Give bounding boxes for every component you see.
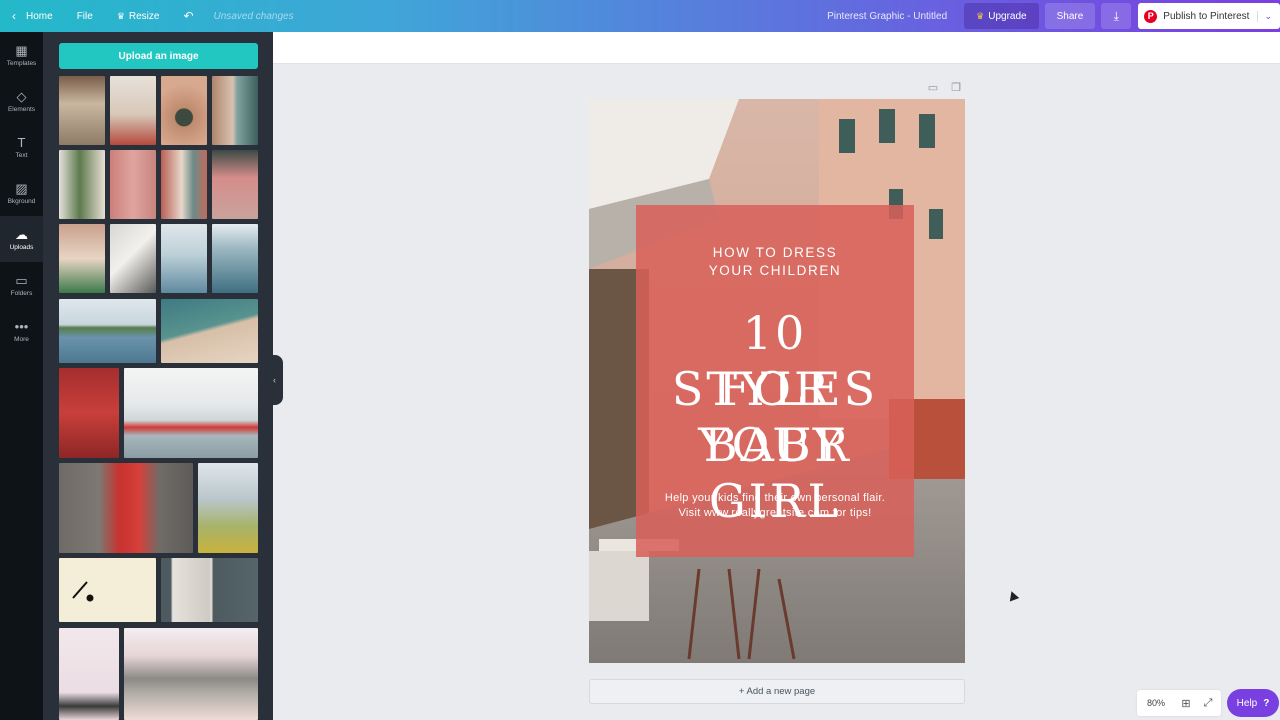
mouse-cursor bbox=[1006, 589, 1020, 602]
subtitle-line-1[interactable]: HOW TO DRESS bbox=[636, 245, 914, 260]
zoom-controls: 80% ⊞ ⤢ bbox=[1137, 690, 1221, 716]
upload-thumbnail[interactable] bbox=[59, 150, 105, 219]
question-icon: ? bbox=[1263, 697, 1270, 709]
body-text-line-1[interactable]: Help your kids find their own personal f… bbox=[636, 492, 914, 504]
upload-thumbnail[interactable] bbox=[161, 224, 207, 293]
download-button[interactable]: ⤓ bbox=[1101, 3, 1132, 29]
resize-label: Resize bbox=[128, 10, 160, 22]
nav-elements[interactable]: ◇ Elements bbox=[0, 78, 43, 124]
add-new-page-button[interactable]: + Add a new page bbox=[589, 679, 965, 704]
upload-thumbnail[interactable] bbox=[59, 558, 156, 622]
nav-uploads[interactable]: ☁ Uploads bbox=[0, 216, 43, 262]
home-button[interactable]: ‹ Home bbox=[0, 0, 65, 32]
elements-icon: ◇ bbox=[16, 88, 27, 104]
upload-thumbnail[interactable] bbox=[212, 150, 258, 219]
nav-text[interactable]: T Text bbox=[0, 124, 43, 170]
upload-thumbnail[interactable] bbox=[161, 558, 258, 622]
document-title[interactable]: Pinterest Graphic - Untitled bbox=[813, 11, 961, 22]
nav-label: Folders bbox=[10, 289, 33, 297]
design-canvas[interactable]: HOW TO DRESS YOUR CHILDREN 10 STYLES FOR… bbox=[589, 99, 965, 663]
templates-icon: ▦ bbox=[15, 42, 28, 58]
upload-thumbnail[interactable] bbox=[124, 368, 258, 458]
upload-thumbnail[interactable] bbox=[110, 150, 156, 219]
share-label: Share bbox=[1056, 10, 1084, 22]
download-icon: ⤓ bbox=[1113, 8, 1119, 23]
resize-button[interactable]: ♛ Resize bbox=[105, 0, 172, 32]
nav-more[interactable]: ••• More bbox=[0, 308, 43, 354]
upload-thumbnail[interactable] bbox=[198, 463, 258, 553]
text-overlay-box[interactable]: HOW TO DRESS YOUR CHILDREN 10 STYLES FOR… bbox=[636, 205, 914, 557]
nav-label: Text bbox=[15, 151, 28, 159]
body-text-line-2[interactable]: Visit www.reallygreatsite.com for tips! bbox=[636, 507, 914, 519]
upload-thumbnail[interactable] bbox=[161, 150, 207, 219]
top-bar: ‹ Home File ♛ Resize ↶ Unsaved changes P… bbox=[0, 0, 1280, 32]
save-status: Unsaved changes bbox=[213, 10, 294, 22]
upgrade-button[interactable]: ♛ Upgrade bbox=[964, 3, 1039, 29]
collapse-panel-button[interactable]: ‹ bbox=[266, 355, 283, 405]
upload-thumbnail[interactable] bbox=[59, 463, 193, 553]
comment-icon[interactable]: ▭ bbox=[926, 80, 940, 94]
nav-templates[interactable]: ▦ Templates bbox=[0, 32, 43, 78]
chevron-left-icon: ‹ bbox=[12, 9, 16, 23]
crown-icon: ♛ bbox=[976, 10, 985, 21]
upload-cloud-icon: ☁ bbox=[15, 226, 28, 242]
upload-thumbnail[interactable] bbox=[161, 299, 258, 363]
upload-thumbnail[interactable] bbox=[212, 224, 258, 293]
upload-thumbnail[interactable] bbox=[59, 299, 156, 363]
nav-label: Templates bbox=[6, 59, 37, 67]
nav-label: More bbox=[14, 335, 29, 343]
file-menu[interactable]: File bbox=[65, 0, 105, 32]
upload-thumbnail[interactable] bbox=[212, 76, 258, 145]
subtitle-line-2[interactable]: YOUR CHILDREN bbox=[636, 263, 914, 278]
upload-thumbnail[interactable] bbox=[59, 368, 119, 458]
nav-background[interactable]: ▨ Bkground bbox=[0, 170, 43, 216]
undo-icon: ↶ bbox=[183, 9, 194, 23]
nav-label: Bkground bbox=[7, 197, 36, 205]
upload-thumbnail[interactable] bbox=[59, 224, 105, 293]
background-icon: ▨ bbox=[15, 180, 28, 196]
fullscreen-icon[interactable]: ⤢ bbox=[1197, 697, 1219, 710]
upload-thumbnail[interactable] bbox=[124, 628, 258, 720]
nav-label: Elements bbox=[7, 105, 36, 113]
text-icon: T bbox=[17, 134, 26, 150]
zoom-level[interactable]: 80% bbox=[1137, 698, 1175, 708]
duplicate-page-icon[interactable]: ❐ bbox=[949, 80, 963, 94]
publish-label: Publish to Pinterest bbox=[1163, 10, 1250, 22]
more-dots-icon: ••• bbox=[14, 318, 29, 334]
publish-to-pinterest-button[interactable]: P Publish to Pinterest ⌄ bbox=[1138, 3, 1280, 29]
upload-thumbnail[interactable] bbox=[161, 76, 207, 145]
upload-thumbnail[interactable] bbox=[59, 76, 105, 145]
nav-label: Uploads bbox=[9, 243, 34, 251]
upload-thumbnail[interactable] bbox=[110, 76, 156, 145]
uploads-panel: Upload an image bbox=[43, 32, 273, 720]
upload-image-button[interactable]: Upload an image bbox=[59, 43, 258, 69]
chevron-left-icon: ‹ bbox=[273, 375, 276, 385]
help-label: Help bbox=[1236, 697, 1258, 709]
pinterest-icon: P bbox=[1144, 9, 1158, 23]
upload-thumbnail[interactable] bbox=[59, 628, 119, 720]
upload-thumbnail[interactable] bbox=[110, 224, 156, 293]
home-label: Home bbox=[26, 10, 53, 22]
nav-folders[interactable]: ▭ Folders bbox=[0, 262, 43, 308]
grid-view-icon[interactable]: ⊞ bbox=[1175, 697, 1197, 710]
crown-icon: ♛ bbox=[116, 10, 125, 21]
hook-illustration bbox=[72, 581, 94, 602]
undo-button[interactable]: ↶ bbox=[171, 0, 205, 32]
share-button[interactable]: Share bbox=[1044, 3, 1096, 29]
chevron-down-icon[interactable]: ⌄ bbox=[1257, 10, 1272, 22]
upgrade-label: Upgrade bbox=[988, 10, 1027, 22]
side-nav: ▦ Templates ◇ Elements T Text ▨ Bkground… bbox=[0, 32, 43, 720]
help-button[interactable]: Help ? bbox=[1227, 689, 1279, 717]
folder-icon: ▭ bbox=[15, 272, 28, 288]
editor-toolbar bbox=[273, 32, 1280, 64]
